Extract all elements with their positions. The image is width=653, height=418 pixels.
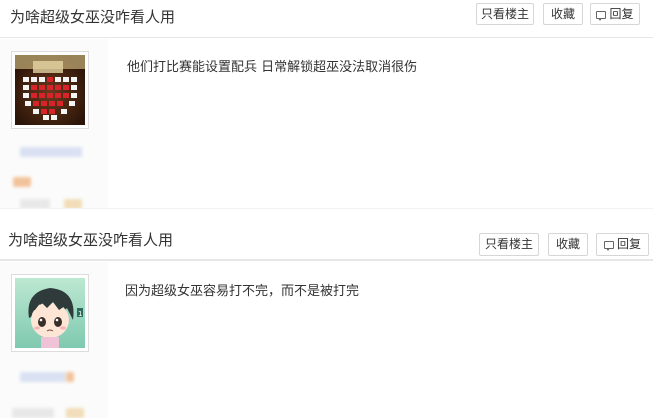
avatar[interactable] <box>11 51 89 129</box>
username-redacted[interactable] <box>20 372 66 382</box>
reply-button-label: 回复 <box>616 237 641 251</box>
user-level-badge <box>13 177 31 187</box>
svg-text:1: 1 <box>78 310 82 318</box>
thread-card-2: 为啥超级女巫没咋看人用 只看楼主 收藏 回复 1 因为超级女巫容易打不完，而不是… <box>0 208 653 418</box>
reply-button[interactable]: 回复 <box>590 3 640 25</box>
avatar[interactable]: 1 <box>11 274 89 352</box>
author-sidebar <box>0 39 108 208</box>
reply-icon <box>603 240 614 251</box>
user-info-redacted <box>20 199 50 208</box>
favorite-button[interactable]: 收藏 <box>548 233 588 256</box>
reply-button[interactable]: 回复 <box>596 233 649 256</box>
pixel-heart-avatar-icon <box>15 55 85 125</box>
anime-boy-avatar-icon: 1 <box>15 278 85 348</box>
username-redacted[interactable] <box>20 147 82 157</box>
user-level-badge <box>66 372 74 382</box>
user-info-redacted-2 <box>64 199 82 208</box>
post-content: 因为超级女巫容易打不完，而不是被打完 <box>125 284 360 299</box>
thread-card-1: 为啥超级女巫没咋看人用 只看楼主 收藏 回复 他们打比赛能设置配兵 日常解锁超巫… <box>0 0 653 208</box>
author-sidebar: 1 <box>0 262 108 418</box>
post-content: 他们打比赛能设置配兵 日常解锁超巫没法取消很伤 <box>127 60 418 75</box>
only-op-button[interactable]: 只看楼主 <box>476 3 534 25</box>
reply-icon <box>596 10 607 21</box>
thread-header: 为啥超级女巫没咋看人用 只看楼主 收藏 回复 <box>0 0 653 38</box>
thread-title: 为啥超级女巫没咋看人用 <box>8 231 174 249</box>
only-op-button[interactable]: 只看楼主 <box>479 233 539 256</box>
user-info-redacted-2 <box>66 408 84 418</box>
thread-header: 为啥超级女巫没咋看人用 只看楼主 收藏 回复 <box>0 221 653 261</box>
thread-title: 为啥超级女巫没咋看人用 <box>10 8 176 26</box>
favorite-button[interactable]: 收藏 <box>543 3 583 25</box>
user-info-redacted <box>12 408 54 418</box>
reply-button-label: 回复 <box>609 7 634 21</box>
